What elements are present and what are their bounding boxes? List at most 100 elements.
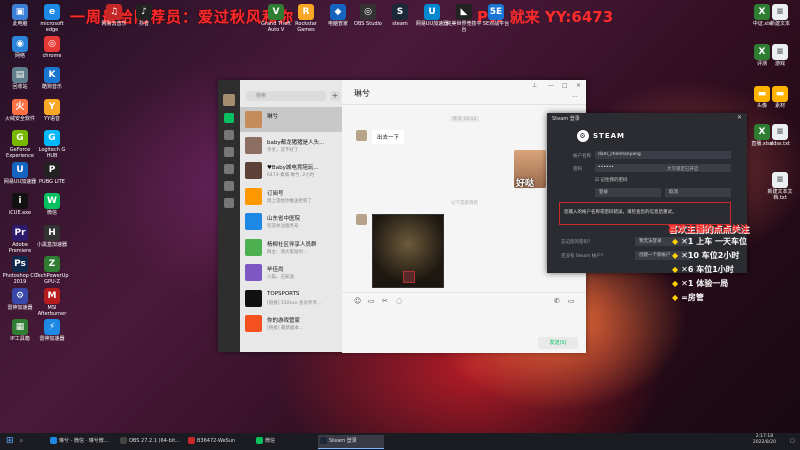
desktop-icon[interactable]: ▬ 素材	[762, 86, 798, 109]
chat-list: 搜索 + 琳兮 baby都龙猪猪是人头... 亲亲，又不好了 ♥Baby城电竞陪玩..…	[240, 80, 342, 352]
desktop-icon[interactable]: R Rockstar Games	[288, 4, 324, 33]
desktop-icon[interactable]: U 网易UU加速器	[2, 161, 38, 185]
chat-list-item[interactable]: 毕佳尚 小猫，已知道	[240, 260, 342, 285]
promo-row-text: ✕1 上车 一天车位	[681, 237, 747, 246]
taskbar-item[interactable]: 微信	[254, 435, 316, 448]
app-icon: S	[392, 4, 408, 20]
desktop-icon[interactable]: Y YY语音	[34, 98, 70, 122]
desktop-icon-label: YY语音	[43, 115, 61, 122]
desktop-icon[interactable]: ◎ chrome	[34, 35, 70, 59]
search-icon[interactable]: ⌕	[18, 435, 23, 448]
file-icon[interactable]: ▭	[368, 297, 375, 305]
desktop-icon[interactable]: G GeForce Experience	[2, 130, 38, 159]
more-icon[interactable]: ···	[572, 94, 578, 101]
desktop-icon[interactable]: 火火绒安全软件	[2, 98, 38, 122]
desktop-icon[interactable]: K 酷狗音乐	[34, 67, 70, 90]
chat-icon[interactable]	[224, 113, 234, 123]
chat-list-item[interactable]: baby都龙猪猪是人头... 亲亲，又不好了	[240, 133, 342, 158]
chat-list-item[interactable]: 山东省中医院 欢迎关注服务号	[240, 209, 342, 234]
taskbar-item[interactable]: B36472-WeSun	[186, 435, 252, 448]
username-field[interactable]: dam_chenhanyang	[595, 151, 731, 159]
maximize-icon[interactable]: □	[562, 82, 568, 89]
chat-list-item[interactable]: 订阅号 周上官给你推送更新了	[240, 184, 342, 209]
chat-header: 琳兮 ⊥ — □ ✕ ···	[342, 80, 586, 105]
desktop-icon[interactable]: H 小黑盒加速器	[34, 224, 70, 248]
remember-checkbox[interactable]: ☑ 记住我的密码	[595, 177, 627, 183]
desktop-icon[interactable]: Ps Photoshop CC 2019	[2, 256, 38, 285]
emoji-icon[interactable]: ☺	[354, 297, 361, 305]
send-button[interactable]: 发送(S)	[538, 337, 578, 349]
sticker-image[interactable]: 好哒	[514, 150, 546, 189]
contacts-icon[interactable]	[224, 130, 234, 140]
add-icon[interactable]: +	[330, 91, 340, 101]
desktop-icon[interactable]: ▣ 此电脑	[2, 4, 38, 27]
chat-list-item[interactable]: 你的游戏管家 [链接] 最新版本...	[240, 311, 342, 336]
desktop-icon[interactable]: ◎ OBS Studio	[350, 4, 386, 27]
miniprogram-icon[interactable]	[224, 198, 234, 208]
desktop-icon[interactable]: Pr Adobe Premiere	[2, 224, 38, 254]
taskbar-item[interactable]: OBS 27.2.1 (64-bit...	[118, 435, 184, 448]
desktop-icon[interactable]: ♪ 抖音	[126, 4, 162, 27]
chat-list-item[interactable]: TOPSPORTS [链接] 150xxx 会员专享...	[240, 286, 342, 311]
desktop-icon[interactable]: 5E 5E对战平台	[478, 4, 514, 27]
screenshot-icon[interactable]: ✂	[382, 297, 388, 305]
notification-icon[interactable]: ▢	[788, 435, 795, 448]
taskbar-item-label: 微信	[265, 438, 276, 444]
desktop-icon[interactable]: ▤ 回收站	[2, 67, 38, 90]
cancel-button[interactable]: 取消	[665, 188, 731, 197]
app-icon: i	[12, 193, 28, 209]
taskbar-app-icon	[256, 437, 263, 444]
image-message[interactable]	[372, 214, 444, 288]
taskbar-app-icon	[188, 437, 195, 444]
chat-list-item[interactable]: ♥Baby城电竞陪玩... 6473-秦城·琳兮, 2小时	[240, 158, 342, 183]
desktop-icon[interactable]: P PUBG LITE	[34, 161, 70, 185]
desktop-icon[interactable]: ≡ 新建文本	[762, 4, 798, 27]
taskbar: ⊞ ⌕ 琳兮 - 微信 · 琳兮微... OBS 27.2.1 (64-bit..…	[0, 433, 800, 450]
password-field[interactable]: ••••••	[595, 164, 731, 172]
taskbar-item[interactable]: 琳兮 - 微信 · 琳兮微...	[48, 435, 114, 448]
moments-icon[interactable]	[224, 181, 234, 191]
close-icon[interactable]: ✕	[576, 82, 581, 89]
desktop-icon[interactable]: G Logitech G HUB	[34, 130, 70, 159]
chat-history-icon[interactable]: ◌	[396, 297, 402, 305]
desktop-icon[interactable]: W 微信	[34, 193, 70, 216]
files-icon[interactable]	[224, 164, 234, 174]
login-button[interactable]: 登录	[595, 188, 661, 197]
desktop-icon[interactable]: ◣ 完美世界竞技平台	[446, 4, 482, 33]
system-clock[interactable]: 2:17:18 2022/8/20	[753, 434, 776, 446]
pin-icon[interactable]: ⊥	[532, 82, 537, 89]
desktop-icon[interactable]: ≡ 新建文本文档.txt	[762, 172, 798, 201]
video-call-icon[interactable]: ▭	[568, 297, 575, 305]
desktop-icon[interactable]: ≡ 游戏	[762, 44, 798, 67]
contact-name: baby都龙猪猪是人头...	[267, 139, 325, 146]
desktop-icon[interactable]: M MSI Afterburner	[34, 287, 70, 317]
contact-name: 订阅号	[267, 190, 284, 197]
desktop-icon-label: ddss.txt	[769, 141, 791, 147]
desktop-icon[interactable]: ⚡ 雷神加速器	[34, 319, 70, 342]
favorites-icon[interactable]	[224, 147, 234, 157]
contact-name: TOPSPORTS	[267, 290, 300, 297]
taskbar-item[interactable]: Steam 登录	[318, 435, 384, 449]
chat-list-item[interactable]: 杨柳社区伴享人员群 群主：请大家准时...	[240, 235, 342, 260]
contact-avatar	[245, 136, 262, 154]
start-button[interactable]: ⊞	[4, 435, 14, 448]
desktop-icon[interactable]: ⚙ 雷神加速器	[2, 287, 38, 311]
search-input[interactable]: 搜索	[246, 91, 326, 101]
desktop-icon[interactable]: Ssteam	[382, 4, 418, 27]
minimize-icon[interactable]: —	[548, 82, 554, 89]
desktop-icon[interactable]: ◉ 网络	[2, 35, 38, 59]
desktop-icon[interactable]: ▦ IP工具箱	[2, 319, 38, 342]
voice-call-icon[interactable]: ✆	[554, 297, 560, 305]
desktop-icon[interactable]: e microsoft edge	[34, 4, 70, 33]
desktop-icon[interactable]: i iCUE.exe	[2, 193, 38, 216]
message-input-area[interactable]: ☺ ▭ ✂ ◌ ✆ ▭ 发送(S)	[342, 292, 586, 353]
chat-list-item[interactable]: 琳兮	[240, 107, 342, 132]
app-icon: R	[298, 4, 314, 20]
desktop-icon[interactable]: U 网易UU加速器	[414, 4, 450, 27]
desktop-icon[interactable]: ≡ ddss.txt	[762, 124, 798, 147]
desktop-icon[interactable]: Z TechPowerUp GPU-Z	[34, 256, 70, 285]
close-icon[interactable]: ✕	[737, 114, 742, 121]
contact-preview: 6473-秦城·琳兮, 2小时	[267, 173, 315, 178]
timestamp: 昨天 19:15	[450, 116, 480, 122]
profile-avatar[interactable]	[223, 94, 235, 106]
